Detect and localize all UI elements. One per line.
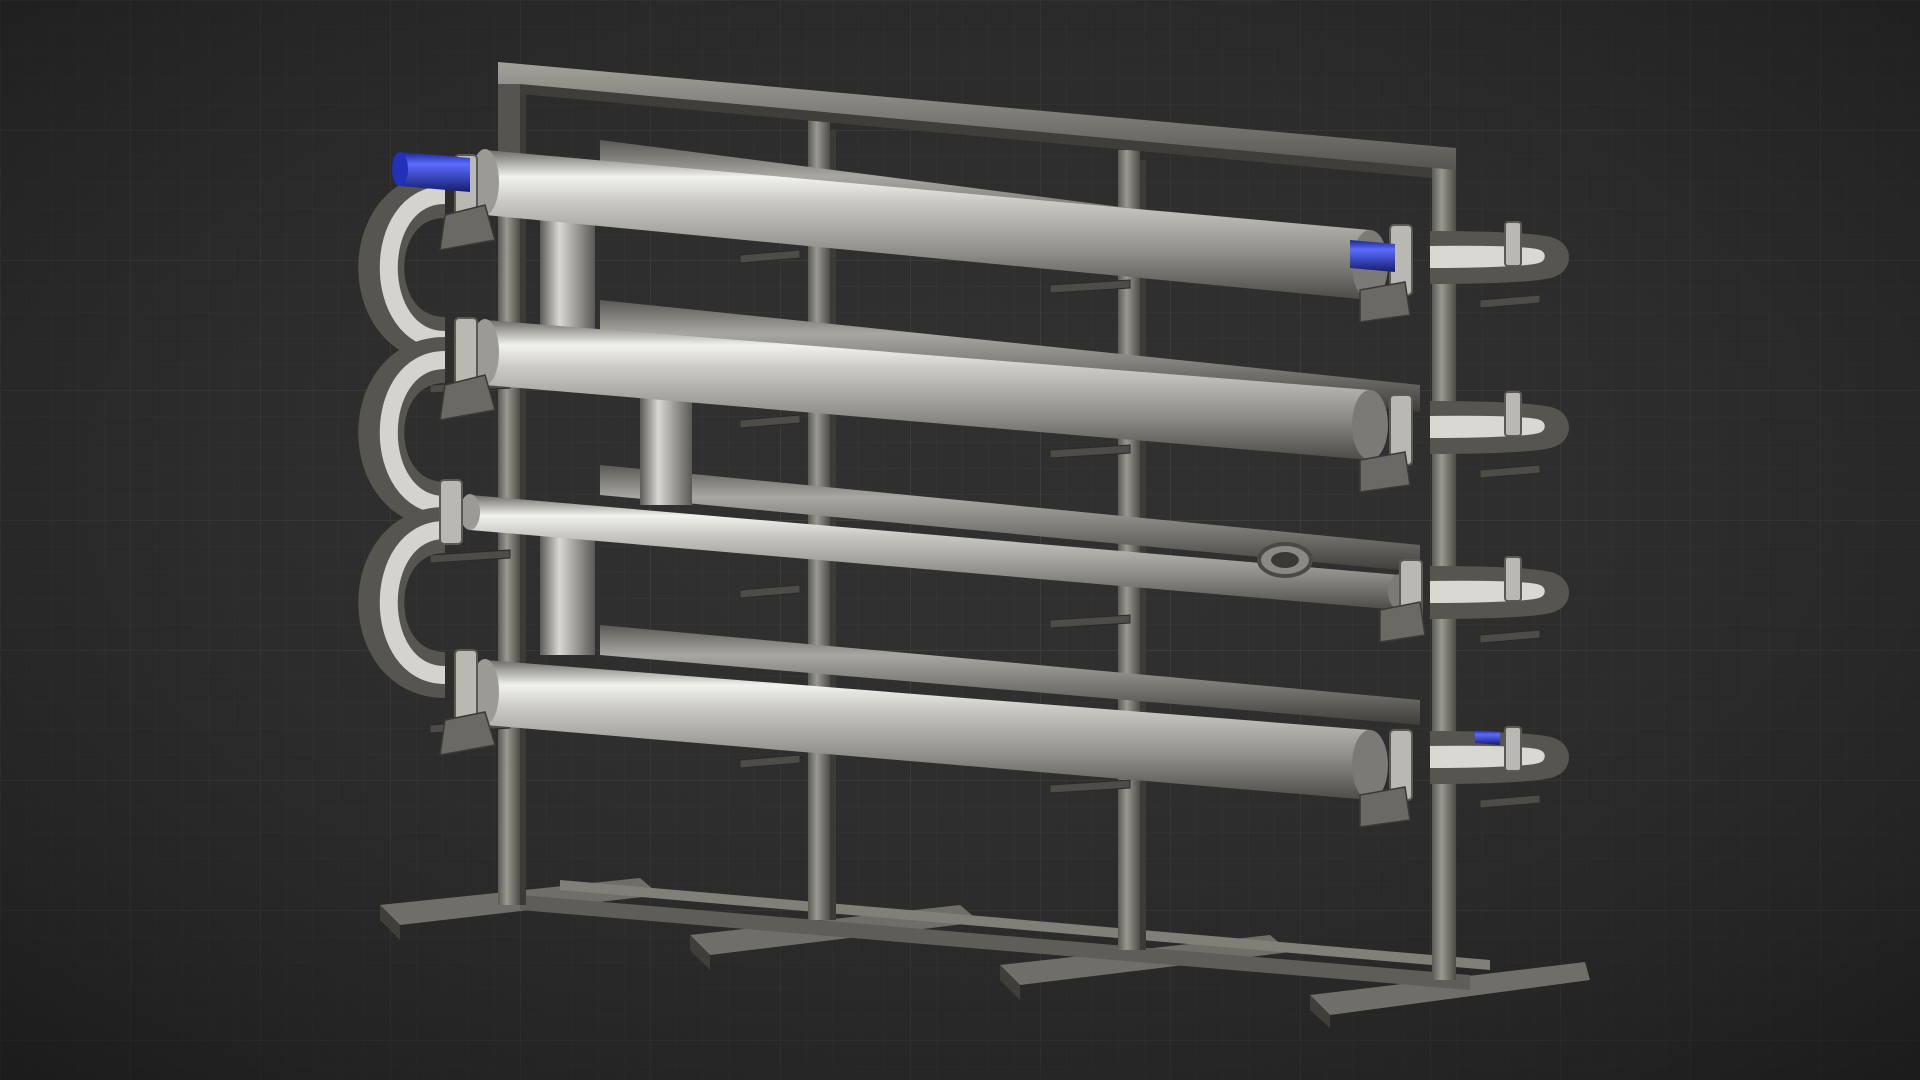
inlet-nozzle-top-right: [1350, 240, 1395, 272]
side-nozzle: [1257, 542, 1313, 578]
inlet-nozzle-top-left: [400, 152, 470, 192]
inlet-nozzle-bottom-right: [1475, 730, 1500, 745]
render-scene: [0, 0, 1920, 1080]
